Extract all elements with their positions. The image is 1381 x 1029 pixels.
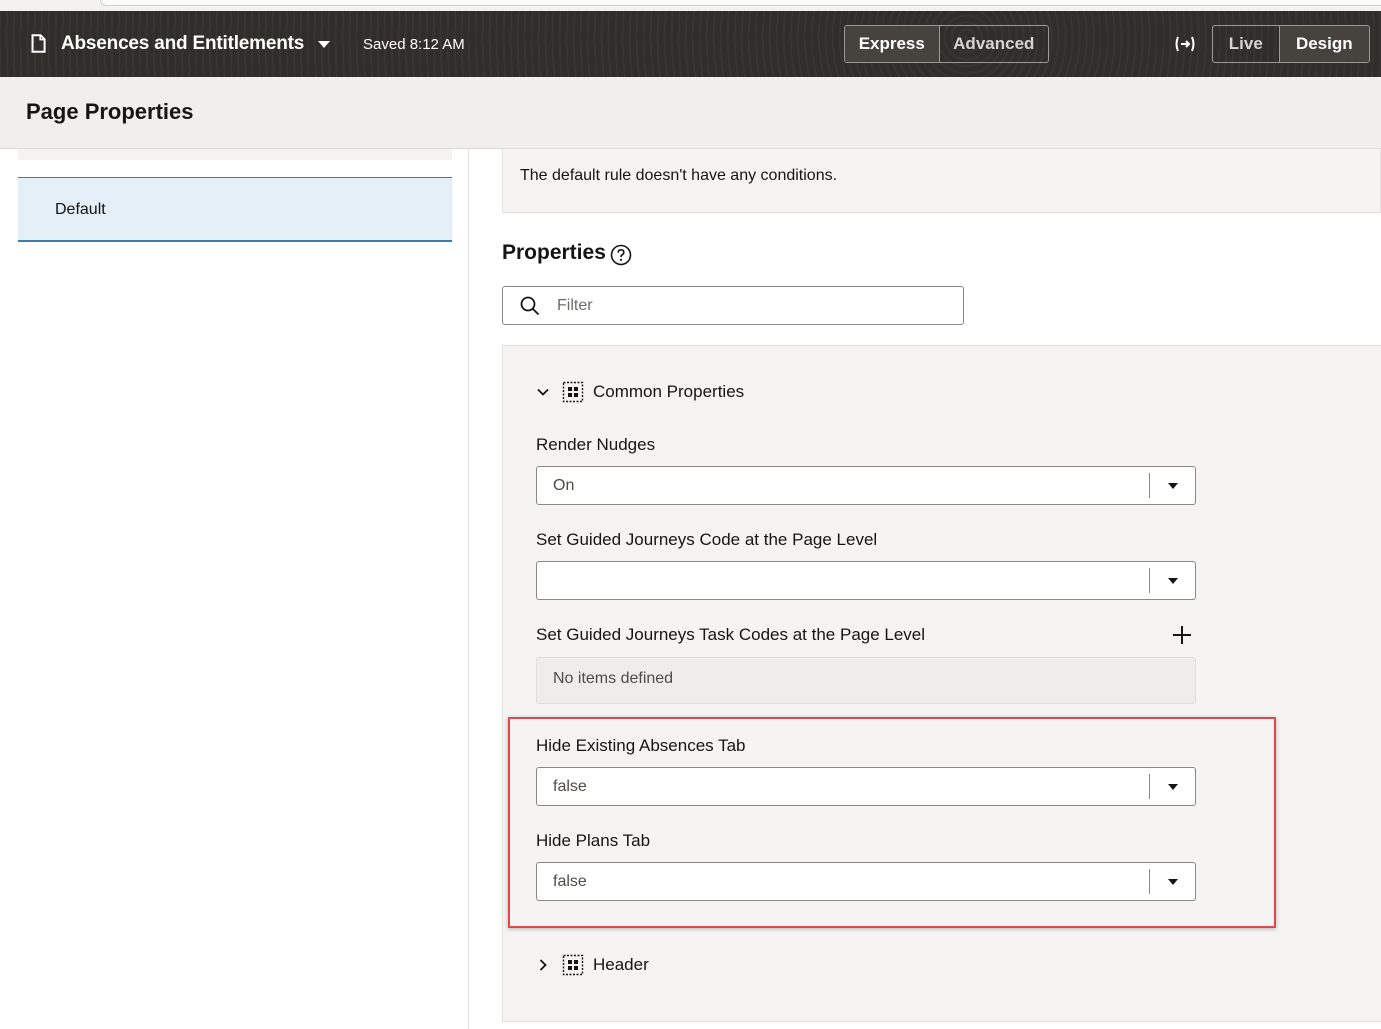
empty-list-text: No items defined [553, 670, 674, 687]
grid-icon [562, 381, 584, 403]
rule-item-default[interactable]: Default [18, 177, 452, 242]
page-header: Page Properties [0, 77, 1381, 149]
task-codes-list: No items defined [536, 657, 1196, 704]
section-common-properties[interactable]: Common Properties [536, 378, 744, 406]
condition-message: The default rule doesn't have any condit… [520, 167, 838, 184]
mode-toggle: Express Advanced [844, 25, 1049, 63]
caret-down-icon[interactable] [1168, 483, 1178, 489]
browser-strip [0, 0, 1381, 11]
search-icon [520, 296, 540, 316]
section-header[interactable]: Header [536, 951, 649, 979]
plus-icon[interactable] [1171, 624, 1193, 646]
select-divider [1149, 568, 1150, 593]
guided-journeys-code-select[interactable] [536, 561, 1196, 600]
saved-status: Saved 8:12 AM [363, 36, 465, 53]
rules-panel: Default [0, 149, 469, 1029]
rule-list-edge [18, 149, 452, 160]
filter-placeholder: Filter [557, 297, 593, 314]
live-button[interactable]: Live [1213, 26, 1279, 62]
section-label: Header [593, 955, 649, 974]
advanced-button[interactable]: Advanced [940, 26, 1048, 62]
select-value: On [553, 477, 575, 494]
page-title: Page Properties [26, 99, 194, 124]
chevron-right-icon [539, 959, 547, 971]
express-button[interactable]: Express [845, 26, 939, 62]
properties-area: The default rule doesn't have any condit… [469, 149, 1381, 1029]
render-nudges-select[interactable]: On [536, 466, 1196, 505]
app-title[interactable]: Absences and Entitlements [61, 33, 304, 55]
document-icon [31, 34, 46, 53]
browser-address-edge [100, 0, 1381, 6]
top-bar: Absences and Entitlements Saved 8:12 AM … [0, 11, 1381, 77]
grid-icon [562, 954, 584, 976]
view-toggle: Live Design [1212, 25, 1370, 63]
render-nudges-label: Render Nudges [536, 435, 656, 454]
filter-input[interactable]: Filter [502, 286, 964, 325]
design-button[interactable]: Design [1279, 26, 1369, 62]
chevron-down-icon [537, 388, 549, 396]
properties-heading: Properties [502, 241, 606, 264]
caret-down-icon[interactable] [1168, 578, 1178, 584]
exit-preview-icon[interactable] [1173, 34, 1197, 54]
select-divider [1149, 473, 1150, 498]
title-dropdown-icon[interactable] [318, 41, 330, 48]
rule-item-label: Default [55, 201, 106, 218]
help-icon[interactable] [610, 244, 632, 266]
guided-journeys-task-codes-label: Set Guided Journeys Task Codes at the Pa… [536, 625, 926, 644]
condition-box: The default rule doesn't have any condit… [502, 149, 1381, 213]
highlight-box [508, 717, 1276, 928]
section-label: Common Properties [593, 382, 745, 401]
guided-journeys-code-label: Set Guided Journeys Code at the Page Lev… [536, 530, 878, 549]
